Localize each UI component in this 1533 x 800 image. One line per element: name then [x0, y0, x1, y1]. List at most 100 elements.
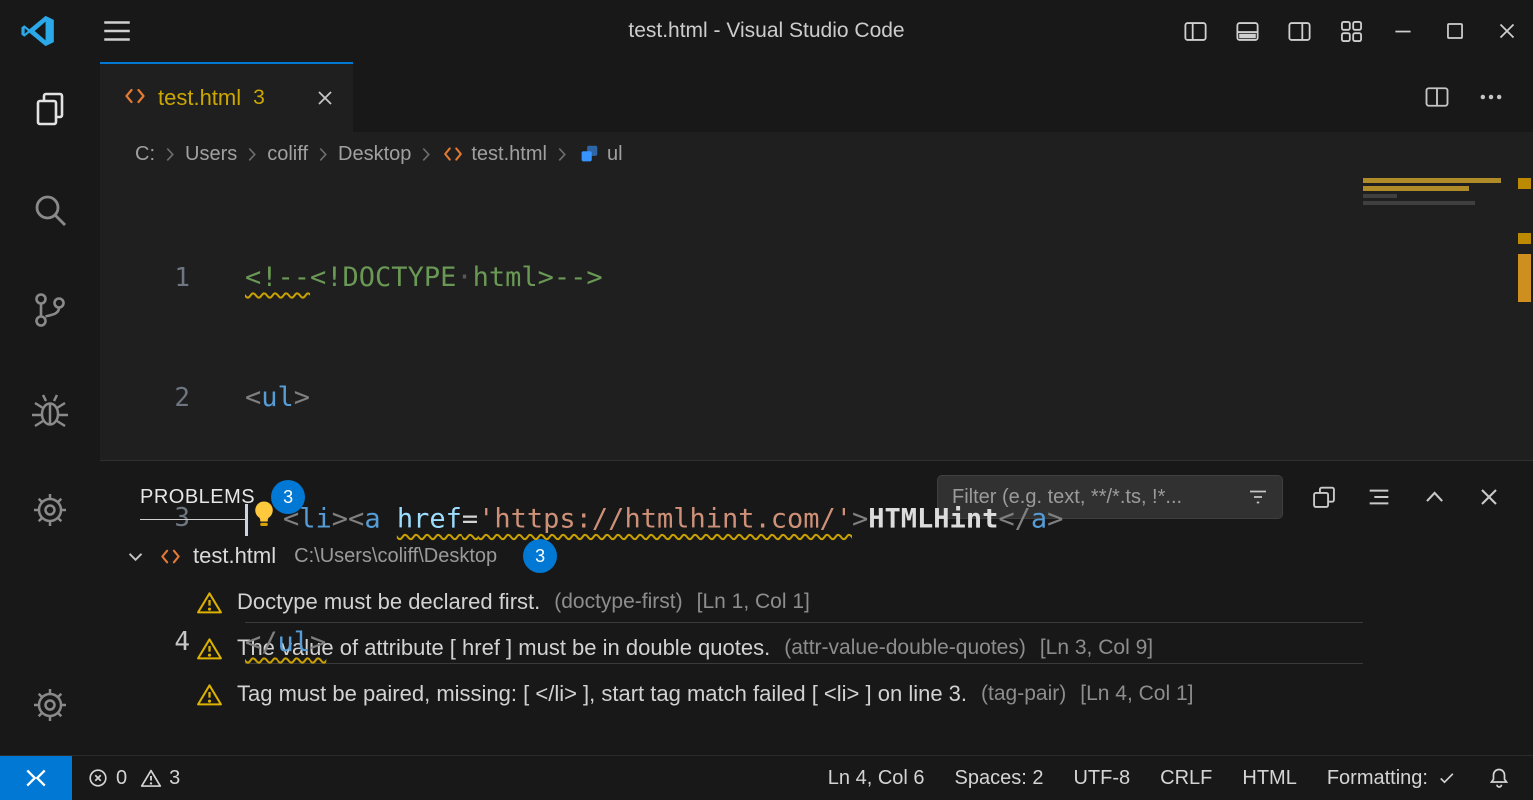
explorer-files-icon[interactable] — [26, 86, 74, 134]
layout-sidebar-right-icon[interactable] — [1273, 0, 1325, 62]
status-cursor-position[interactable]: Ln 4, Col 6 — [813, 756, 940, 800]
search-icon[interactable] — [26, 186, 74, 234]
code-line-4[interactable]: 4 </ul> — [100, 622, 1363, 664]
line-number: 1 — [100, 258, 190, 298]
overview-ruler[interactable] — [1516, 176, 1533, 460]
code-token: <!DOCTYPE — [310, 262, 456, 293]
minimap-line-mark — [1363, 194, 1397, 198]
settings-gear-icon[interactable] — [26, 681, 74, 729]
line-content: <ul> — [245, 378, 1363, 418]
html-file-icon — [122, 83, 148, 114]
tab-label: test.html — [158, 85, 241, 111]
notifications-bell-icon[interactable] — [1472, 756, 1533, 800]
code-token: < — [245, 382, 261, 413]
breadcrumb: C: Users coliff Desktop test.html ul — [100, 132, 1533, 176]
layout-panel-icon[interactable] — [1221, 0, 1273, 62]
code-editor[interactable]: 1<!--<!DOCTYPE·html>--> 2<ul> 3<li><a hr… — [100, 176, 1533, 460]
ruler-warning-mark — [1518, 254, 1531, 302]
workbench-body: test.html 3 C: — [0, 62, 1533, 755]
ruler-warning-mark — [1518, 178, 1531, 189]
problems-count-badge: 3 — [271, 480, 305, 514]
problems-tab-label: PROBLEMS — [140, 486, 255, 509]
whitespace-dot: · — [456, 262, 472, 293]
code-token: </ — [245, 627, 278, 658]
symbol-element-icon — [577, 142, 601, 166]
status-problems[interactable]: 0 3 — [72, 756, 201, 800]
chevron-right-icon — [415, 143, 437, 165]
status-language[interactable]: HTML — [1227, 756, 1311, 800]
status-eol[interactable]: CRLF — [1145, 756, 1227, 800]
code-token: <!-- — [245, 262, 310, 293]
minimize-icon[interactable] — [1377, 0, 1429, 62]
maximize-icon[interactable] — [1429, 0, 1481, 62]
code-token: a — [364, 504, 380, 535]
line-number: 2 — [100, 378, 190, 418]
code-token: </ — [998, 504, 1031, 535]
tab-problems[interactable]: PROBLEMS 3 — [140, 461, 305, 533]
code-token: > — [852, 504, 868, 535]
close-tab-icon[interactable] — [313, 86, 337, 110]
code-token: HTMLHint — [868, 504, 998, 535]
minimap-line-mark — [1363, 186, 1469, 191]
code-token: ul — [261, 382, 294, 413]
title-bar: test.html - Visual Studio Code — [0, 0, 1533, 62]
close-window-icon[interactable] — [1481, 0, 1533, 62]
minimap-line-mark — [1363, 201, 1475, 205]
breadcrumb-users[interactable]: Users — [183, 143, 239, 166]
status-encoding[interactable]: UTF-8 — [1058, 756, 1145, 800]
breadcrumb-drive[interactable]: C: — [133, 143, 157, 166]
split-editor-icon[interactable] — [1423, 83, 1451, 111]
ruler-warning-mark — [1518, 233, 1531, 244]
status-indentation[interactable]: Spaces: 2 — [940, 756, 1059, 800]
breadcrumb-coliff[interactable]: coliff — [265, 143, 310, 166]
activity-bar — [0, 62, 100, 755]
chevron-right-icon — [551, 143, 573, 165]
error-icon — [87, 767, 109, 789]
breadcrumb-file[interactable]: test.html — [439, 142, 549, 166]
error-count: 0 — [116, 767, 127, 790]
editor-region: test.html 3 C: — [100, 62, 1533, 755]
warning-icon — [140, 767, 162, 789]
menu-icon[interactable] — [100, 14, 134, 48]
code-token: 'https://htmlhint.com/' — [478, 504, 852, 535]
chevron-right-icon — [312, 143, 334, 165]
code-token: > — [310, 627, 326, 658]
chevron-right-icon — [159, 143, 181, 165]
debug-bug-icon[interactable] — [26, 386, 74, 434]
minimap-line-mark — [1363, 178, 1501, 183]
customize-layout-icon[interactable] — [1325, 0, 1377, 62]
editor-actions — [1423, 62, 1533, 132]
gear-icon[interactable] — [26, 486, 74, 534]
code-token: a — [1031, 504, 1047, 535]
more-actions-icon[interactable] — [1477, 83, 1505, 111]
collapse-all-icon[interactable] — [1365, 483, 1393, 511]
code-token — [381, 504, 397, 535]
code-token: ul — [278, 627, 311, 658]
close-panel-icon[interactable] — [1475, 483, 1503, 511]
maximize-panel-icon[interactable] — [1420, 483, 1448, 511]
code-token: > — [294, 382, 310, 413]
line-content: <!--<!DOCTYPE·html>--> — [245, 258, 1363, 298]
layout-sidebar-left-icon[interactable] — [1169, 0, 1221, 62]
line-content: </ul> — [245, 622, 1363, 664]
line-number: 4 — [100, 622, 190, 664]
breadcrumb-symbol-ul[interactable]: ul — [575, 142, 625, 166]
source-control-icon[interactable] — [26, 286, 74, 334]
breadcrumb-desktop[interactable]: Desktop — [336, 143, 413, 166]
code-token: > — [1047, 504, 1063, 535]
status-formatting[interactable]: Formatting: — [1312, 756, 1472, 800]
tab-test-html[interactable]: test.html 3 — [100, 62, 353, 132]
window-controls — [1169, 0, 1533, 62]
minimap[interactable] — [1363, 176, 1503, 460]
remote-indicator[interactable] — [0, 756, 72, 800]
code-line-1[interactable]: 1 <!--<!DOCTYPE·html>--> — [100, 258, 1363, 298]
code-lines: 1<!--<!DOCTYPE·html>--> 2<ul> 3<li><a hr… — [100, 176, 1363, 744]
html-file-icon — [441, 142, 465, 166]
tab-problems-badge: 3 — [253, 86, 265, 110]
code-token: > — [332, 504, 348, 535]
check-icon — [1437, 768, 1457, 788]
warning-count: 3 — [169, 767, 180, 790]
code-token: < — [348, 504, 364, 535]
line-content: <li><a href='https://htmlhint.com/'>HTML… — [245, 498, 1363, 542]
code-line-2[interactable]: 2 <ul> — [100, 378, 1363, 418]
